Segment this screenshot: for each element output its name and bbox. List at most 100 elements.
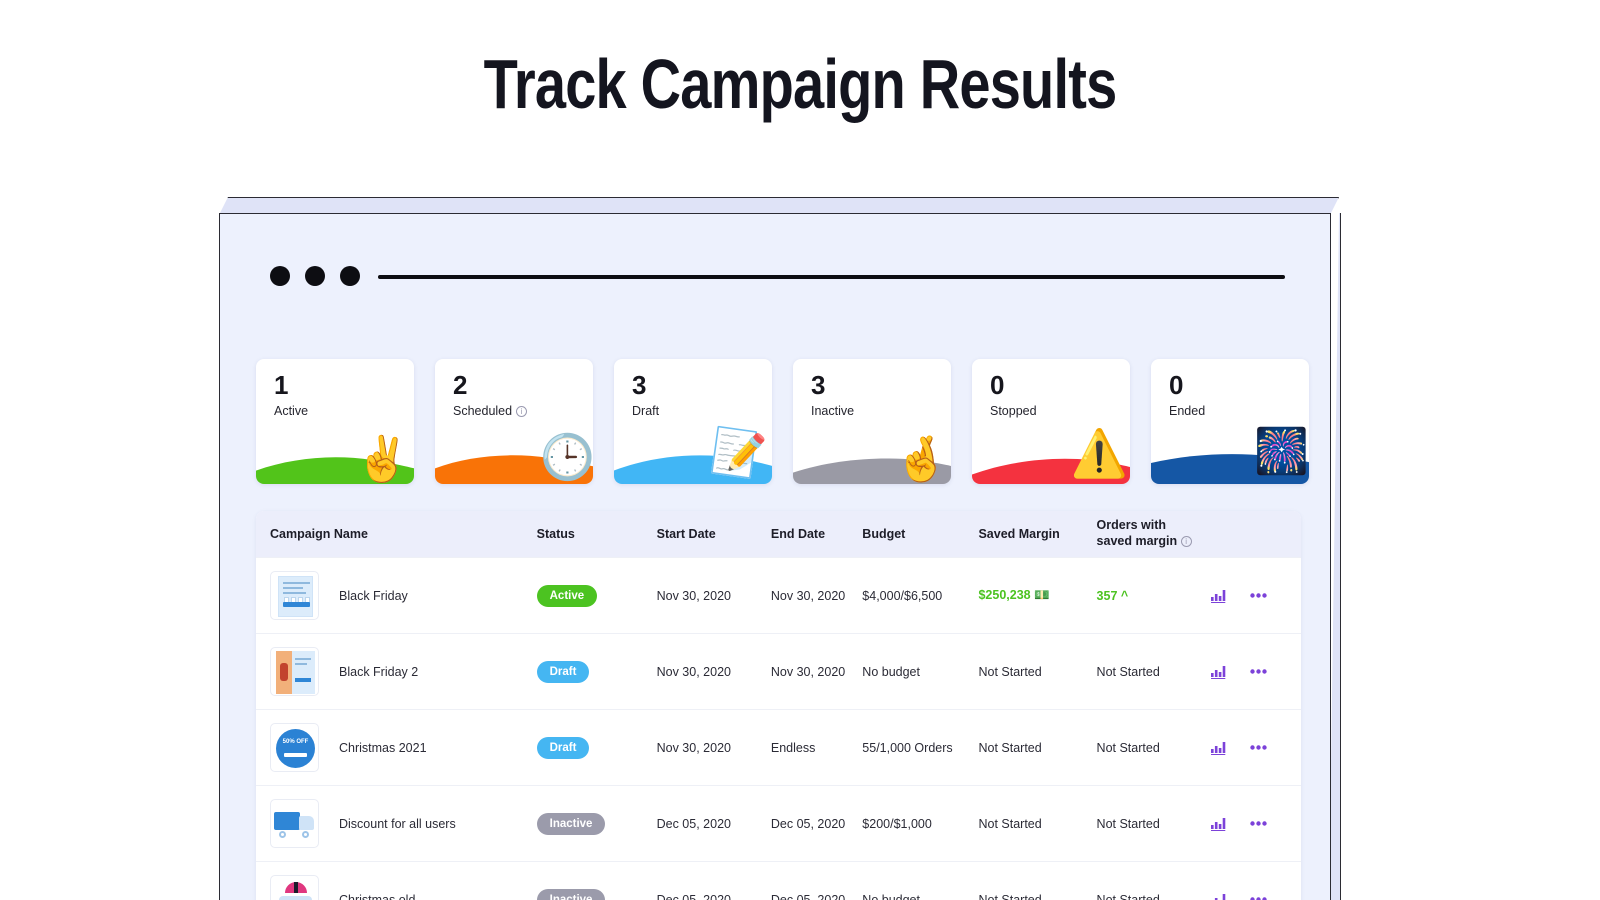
- browser-viewport: 1 Active ✌️ 2 Scheduled i 🕒 3 Draft 📝 3 …: [219, 213, 1331, 900]
- cell-orders: Not Started: [1096, 816, 1160, 831]
- address-bar[interactable]: [378, 275, 1285, 279]
- cell-budget: 55/1,000 Orders: [862, 740, 953, 755]
- stat-label-text: Active: [274, 404, 309, 418]
- column-header-end-date[interactable]: End Date: [771, 527, 862, 541]
- info-icon[interactable]: i: [516, 405, 528, 417]
- discount-truck-thumbnail: [270, 799, 319, 848]
- stat-label: Draft: [632, 404, 659, 418]
- info-icon[interactable]: i: [1180, 536, 1192, 548]
- stat-card-draft[interactable]: 3 Draft 📝: [614, 359, 772, 484]
- minimize-dot-icon[interactable]: [305, 266, 325, 286]
- stat-label: Inactive: [811, 404, 854, 418]
- bar-chart-icon[interactable]: [1210, 665, 1226, 679]
- black-friday-2-popup-thumbnail: [270, 647, 319, 696]
- stat-label-text: Scheduled: [453, 404, 513, 418]
- cell-campaign-name: Discount for all users: [270, 799, 537, 848]
- column-header-orders-with-saved-margin[interactable]: Orders with saved margin i: [1097, 518, 1211, 549]
- stat-card-ended[interactable]: 0 Ended 🎆: [1151, 359, 1309, 484]
- campaign-name-text: Discount for all users: [339, 816, 456, 831]
- cell-start-date: Nov 30, 2020: [656, 740, 731, 755]
- trend-up-icon: ^: [1120, 588, 1129, 603]
- table-row[interactable]: 50% OFF Christmas 2021 Draft Nov 30, 202…: [256, 709, 1301, 785]
- cell-status: Draft: [536, 736, 657, 759]
- orders-header-line2: saved margin: [1096, 534, 1178, 548]
- more-options-icon[interactable]: [1250, 669, 1267, 674]
- saved-margin-value: $250,238: [978, 588, 1031, 602]
- crossed-fingers-illustration: 🤞: [894, 435, 949, 484]
- more-options-icon[interactable]: [1250, 593, 1267, 598]
- close-dot-icon[interactable]: [270, 266, 290, 286]
- bar-chart-icon[interactable]: [1210, 589, 1226, 603]
- warning-sign-illustration: ⚠️: [1070, 427, 1128, 479]
- cell-budget: No budget: [862, 664, 920, 679]
- column-header-saved-margin[interactable]: Saved Margin: [978, 527, 1096, 541]
- stat-value: 0: [990, 370, 1005, 400]
- more-options-icon[interactable]: [1250, 821, 1267, 826]
- cell-actions: [1211, 893, 1287, 900]
- table-row[interactable]: Black Friday 2 Draft Nov 30, 2020 Nov 30…: [256, 633, 1301, 709]
- campaign-name-text: Black Friday: [339, 588, 408, 603]
- cell-actions: [1210, 665, 1287, 679]
- bar-chart-icon[interactable]: [1210, 741, 1226, 755]
- cell-budget: $200/$1,000: [862, 816, 932, 831]
- stat-card-active[interactable]: 1 Active ✌️: [256, 359, 414, 484]
- stat-card-scheduled[interactable]: 2 Scheduled i 🕒: [435, 359, 593, 484]
- champagne-illustration: 🎆: [1254, 427, 1309, 476]
- status-badge: Inactive: [536, 812, 606, 835]
- cell-saved-margin: Not Started: [978, 740, 1042, 755]
- bar-chart-icon[interactable]: [1211, 893, 1226, 900]
- cell-saved-margin: Not Started: [978, 664, 1042, 679]
- campaign-table: Campaign Name Status Start Date End Date…: [256, 511, 1301, 900]
- more-options-icon[interactable]: [1250, 745, 1267, 750]
- cell-actions: [1210, 589, 1287, 603]
- status-badge: Active: [536, 584, 598, 607]
- clipboard-pencil-illustration: 📝: [708, 425, 770, 482]
- stat-label: Ended: [1169, 404, 1205, 418]
- orders-value: 357: [1096, 588, 1118, 603]
- cell-end-date: Nov 30, 2020: [770, 664, 846, 679]
- cell-start-date: Nov 30, 2020: [656, 588, 731, 603]
- page-root: Track Campaign Results 1 Active ✌️ 2 Sch…: [0, 0, 1600, 900]
- bar-chart-icon[interactable]: [1210, 817, 1226, 831]
- cell-status: Active: [536, 584, 657, 607]
- stat-card-inactive[interactable]: 3 Inactive 🤞: [793, 359, 951, 484]
- stat-value: 2: [453, 370, 468, 400]
- column-header-status[interactable]: Status: [537, 527, 657, 541]
- cell-saved-margin: Not Started: [978, 892, 1042, 900]
- clock-illustration: 🕒: [540, 433, 593, 482]
- table-row[interactable]: Discount for all users Inactive Dec 05, …: [256, 785, 1301, 861]
- stat-value: 3: [632, 370, 647, 400]
- stat-value: 3: [811, 370, 826, 400]
- christmas-old-thumbnail: [270, 875, 319, 900]
- cell-saved-margin: $250,238 💵: [978, 588, 1096, 603]
- stat-value: 0: [1169, 370, 1184, 400]
- money-icon: 💵: [1034, 588, 1050, 602]
- status-badge: Draft: [536, 660, 590, 683]
- stat-label-text: Stopped: [990, 404, 1037, 418]
- table-row[interactable]: Black Friday Active Nov 30, 2020 Nov 30,…: [256, 557, 1301, 633]
- cell-orders: Not Started: [1096, 892, 1160, 900]
- cell-campaign-name: Black Friday 2: [270, 647, 537, 696]
- cell-start-date: Nov 30, 2020: [656, 664, 731, 679]
- cell-end-date: Endless: [770, 740, 816, 755]
- campaign-name-text: Christmas old: [339, 892, 416, 900]
- campaign-name-text: Christmas 2021: [339, 740, 427, 755]
- stat-label: Scheduled i: [453, 404, 528, 418]
- cell-campaign-name: Christmas old: [270, 875, 537, 900]
- stat-label-text: Draft: [632, 404, 660, 418]
- stat-card-stopped[interactable]: 0 Stopped ⚠️: [972, 359, 1130, 484]
- column-header-campaign-name[interactable]: Campaign Name: [270, 527, 537, 541]
- cell-budget: $4,000/$6,500: [862, 588, 943, 603]
- maximize-dot-icon[interactable]: [340, 266, 360, 286]
- cell-start-date: Dec 05, 2020: [656, 816, 731, 831]
- column-header-start-date[interactable]: Start Date: [657, 527, 771, 541]
- cell-end-date: Dec 05, 2020: [770, 892, 846, 900]
- cell-saved-margin: Not Started: [978, 816, 1042, 831]
- cell-campaign-name: Black Friday: [270, 571, 537, 620]
- cell-status: Inactive: [536, 812, 657, 835]
- table-row[interactable]: Christmas old Inactive Dec 05, 2020 Dec …: [256, 861, 1301, 900]
- cell-campaign-name: 50% OFF Christmas 2021: [270, 723, 537, 772]
- column-header-budget[interactable]: Budget: [862, 527, 978, 541]
- stat-label: Active: [274, 404, 308, 418]
- stat-label: Stopped: [990, 404, 1037, 418]
